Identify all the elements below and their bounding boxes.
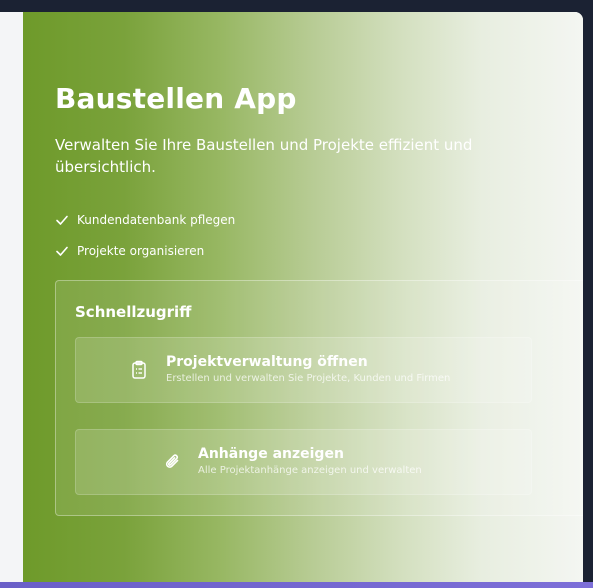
hero-section: Baustellen App Verwalten Sie Ihre Bauste…	[23, 12, 583, 582]
action-description: Erstellen und verwalten Sie Projekte, Ku…	[166, 373, 451, 384]
paperclip-icon	[162, 451, 184, 473]
bottom-accent-strip	[0, 582, 593, 588]
action-label: Anhänge anzeigen	[198, 446, 344, 462]
open-project-management-button[interactable]: Projektverwaltung öffnen Erstellen und v…	[75, 337, 532, 403]
action-text: Projektverwaltung öffnen Erstellen und v…	[166, 353, 450, 387]
clipboard-list-icon	[128, 359, 150, 381]
feature-list: Kundendatenbank pflegen Projekte organis…	[55, 204, 235, 266]
feature-item: Projekte organisieren	[55, 235, 235, 266]
action-label: Projektverwaltung öffnen	[166, 354, 368, 370]
check-icon	[55, 213, 69, 227]
app-window: Baustellen App Verwalten Sie Ihre Bauste…	[0, 12, 583, 582]
app-title: Baustellen App	[55, 82, 297, 115]
quick-access-title: Schnellzugriff	[75, 303, 192, 321]
quick-access-card: Schnellzugriff Projektverwaltung öffnen …	[55, 280, 583, 516]
action-description: Alle Projektanhänge anzeigen und verwalt…	[198, 465, 422, 476]
show-attachments-button[interactable]: Anhänge anzeigen Alle Projektanhänge anz…	[75, 429, 532, 495]
feature-label: Projekte organisieren	[77, 243, 205, 258]
feature-item: Kundendatenbank pflegen	[55, 204, 235, 235]
app-subtitle: Verwalten Sie Ihre Baustellen und Projek…	[55, 136, 473, 176]
feature-label: Kundendatenbank pflegen	[77, 212, 236, 227]
action-text: Anhänge anzeigen Alle Projektanhänge anz…	[198, 445, 422, 479]
check-icon	[55, 244, 69, 258]
